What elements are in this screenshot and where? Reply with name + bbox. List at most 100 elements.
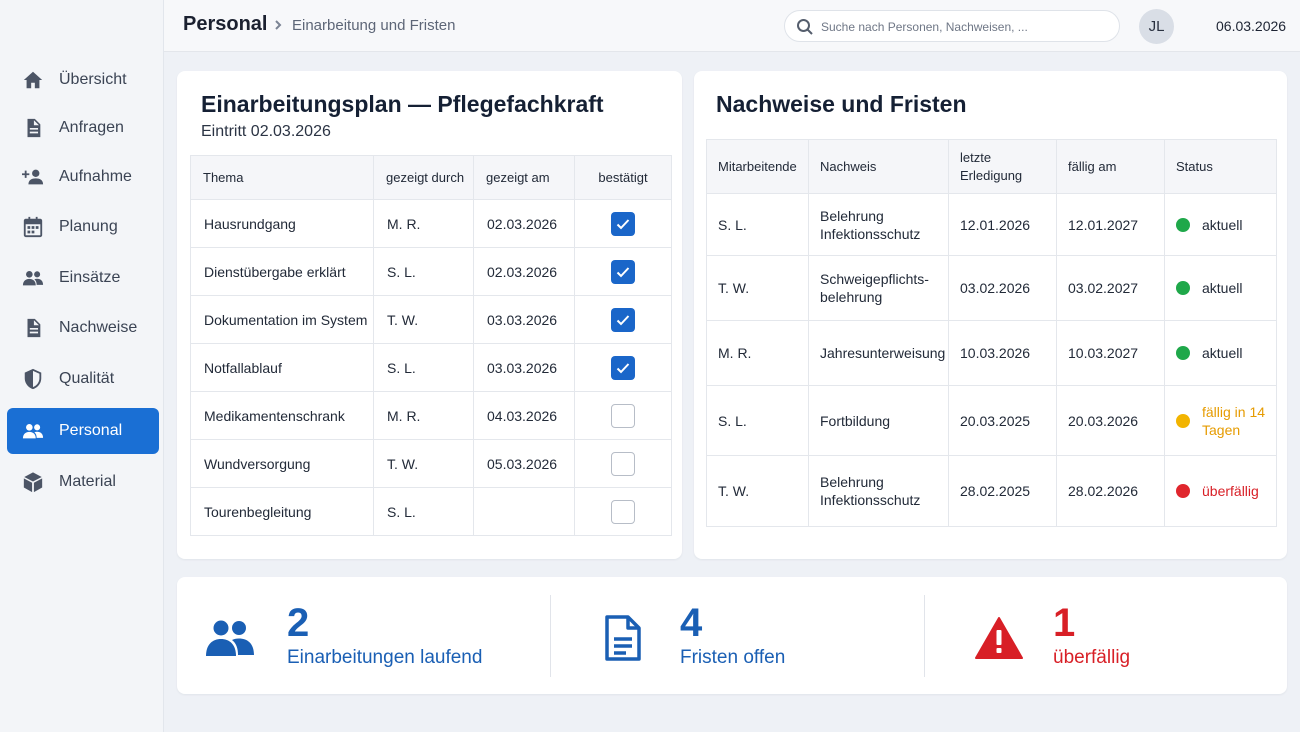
confirmed-checkbox-unchecked[interactable] — [611, 499, 635, 524]
confirmed-checkbox-checked[interactable] — [611, 211, 635, 236]
group-icon — [21, 266, 45, 290]
user-avatar[interactable]: JL — [1139, 9, 1174, 44]
stat-onboardings-running[interactable]: 2 Einarbeitungen laufend — [204, 577, 544, 694]
stat-open-deadlines[interactable]: 4 Fristen offen — [597, 577, 917, 694]
sidebar-item-nachweise[interactable]: Nachweise — [7, 305, 159, 351]
table-header-row: Thema gezeigt durch gezeigt am bestätigt — [190, 155, 672, 200]
sidebar-item-einsätze[interactable]: Einsätze — [7, 255, 159, 301]
cell-shown-by: S. L. — [373, 247, 474, 296]
sidebar-item-aufnahme[interactable]: Aufnahme — [7, 154, 159, 200]
table-row: Dienstübergabe erklärt S. L. 02.03.2026 — [190, 247, 672, 296]
column-header-employee: Mitarbeitende — [706, 139, 809, 194]
search-icon — [796, 18, 814, 36]
cell-confirmed — [574, 295, 672, 344]
confirmed-checkbox-unchecked[interactable] — [611, 403, 635, 428]
sidebar-item-label: Material — [59, 473, 116, 490]
table-row: Notfallablauf S. L. 03.03.2026 — [190, 343, 672, 392]
cell-topic: Wundversorgung — [190, 439, 374, 488]
cell-topic: Dokumentation im System — [190, 295, 374, 344]
breadcrumb-section[interactable]: Personal — [183, 13, 267, 36]
search-input[interactable] — [821, 16, 1111, 38]
cell-status: aktuell — [1164, 320, 1277, 386]
status-dot — [1176, 484, 1190, 498]
cell-shown-by: T. W. — [373, 439, 474, 488]
cell-proof: Belehrung Infektionsschutz — [808, 193, 949, 256]
cell-last-done: 10.03.2026 — [948, 320, 1057, 386]
sidebar-item-label: Planung — [59, 218, 118, 235]
status-badge: aktuell — [1176, 344, 1276, 362]
status-dot — [1176, 281, 1190, 295]
cell-employee: S. L. — [706, 385, 809, 456]
sidebar-item-anfragen[interactable]: Anfragen — [7, 105, 159, 151]
sidebar: Übersicht Anfragen Aufnahme Planung Einsätze… — [0, 0, 164, 732]
status-text: aktuell — [1202, 280, 1243, 296]
column-header-last-done: letzte Erledigung — [948, 139, 1057, 194]
search-box[interactable] — [784, 10, 1120, 42]
cell-last-done: 20.03.2025 — [948, 385, 1057, 456]
checkmark-icon — [616, 362, 630, 373]
deadlines-table: Mitarbeitende Nachweis letzte Erledigung… — [706, 139, 1277, 527]
cell-shown-by: M. R. — [373, 391, 474, 440]
cell-last-done: 03.02.2026 — [948, 255, 1057, 321]
sidebar-item-label: Nachweise — [59, 319, 138, 336]
sidebar-item-personal[interactable]: Personal — [7, 408, 159, 454]
sidebar-item-qualität[interactable]: Qualität — [7, 356, 159, 402]
cell-shown-by: S. L. — [373, 487, 474, 536]
sidebar-item-label: Qualität — [59, 370, 115, 387]
cell-status: fällig in 14 Tagen — [1164, 385, 1277, 456]
sidebar-item-label: Anfragen — [59, 119, 124, 136]
sidebar-item-material[interactable]: Material — [7, 459, 159, 505]
stat-label: überfällig — [1053, 647, 1131, 668]
table-row: M. R. Jahresunterweisung 10.03.2026 10.03.2… — [706, 320, 1277, 386]
deadlines-title: Nachweise und Fristen — [716, 91, 967, 117]
table-header-row: Mitarbeitende Nachweis letzte Erledigung… — [706, 139, 1277, 194]
sidebar-item-planung[interactable]: Planung — [7, 204, 159, 250]
checkmark-icon — [616, 218, 630, 229]
sidebar-item-label: Aufnahme — [59, 168, 132, 185]
confirmed-checkbox-checked[interactable] — [611, 307, 635, 332]
sidebar-item-label: Einsätze — [59, 269, 121, 286]
status-badge: überfällig — [1176, 482, 1276, 500]
stat-label: Fristen offen — [680, 647, 786, 668]
cell-topic: Notfallablauf — [190, 343, 374, 392]
document-icon — [21, 316, 45, 340]
cell-topic: Dienstübergabe erklärt — [190, 247, 374, 296]
cell-topic: Medikamentenschrank — [190, 391, 374, 440]
column-header-due: fällig am — [1056, 139, 1165, 194]
box-icon — [21, 470, 45, 494]
status-dot — [1176, 413, 1190, 428]
cell-shown-by: T. W. — [373, 295, 474, 344]
confirmed-checkbox-checked[interactable] — [611, 355, 635, 380]
status-dot — [1176, 346, 1190, 360]
shield-icon — [21, 367, 45, 391]
cell-due: 03.02.2027 — [1056, 255, 1165, 321]
person-add-icon — [21, 165, 45, 189]
sidebar-item-übersicht[interactable]: Übersicht — [7, 57, 159, 103]
table-row: Dokumentation im System T. W. 03.03.2026 — [190, 295, 672, 344]
cell-shown-on — [473, 487, 575, 536]
cell-proof: Belehrung Infektionsschutz — [808, 455, 949, 527]
column-header-shown-on: gezeigt am — [473, 155, 575, 200]
stat-divider — [924, 595, 925, 677]
cell-confirmed — [574, 343, 672, 392]
confirmed-checkbox-unchecked[interactable] — [611, 451, 635, 476]
cell-confirmed — [574, 199, 672, 248]
calendar-icon — [21, 215, 45, 239]
cell-due: 20.03.2026 — [1056, 385, 1165, 456]
status-badge: aktuell — [1176, 279, 1276, 297]
status-text: überfällig — [1202, 483, 1259, 499]
warning-icon — [973, 615, 1025, 661]
stat-divider — [550, 595, 551, 677]
summary-stats-card: 2 Einarbeitungen laufend 4 Fristen offen… — [177, 577, 1287, 694]
cell-confirmed — [574, 439, 672, 488]
current-date: 06.03.2026 — [1216, 18, 1287, 34]
document-icon — [21, 116, 45, 140]
cell-employee: T. W. — [706, 255, 809, 321]
stat-overdue[interactable]: 1 überfällig — [973, 577, 1273, 694]
cell-employee: T. W. — [706, 455, 809, 527]
cell-due: 12.01.2027 — [1056, 193, 1165, 256]
confirmed-checkbox-checked[interactable] — [611, 259, 635, 284]
column-header-confirmed: bestätigt — [574, 155, 672, 200]
table-row: Tourenbegleitung S. L. — [190, 487, 672, 536]
cell-status: aktuell — [1164, 193, 1277, 256]
